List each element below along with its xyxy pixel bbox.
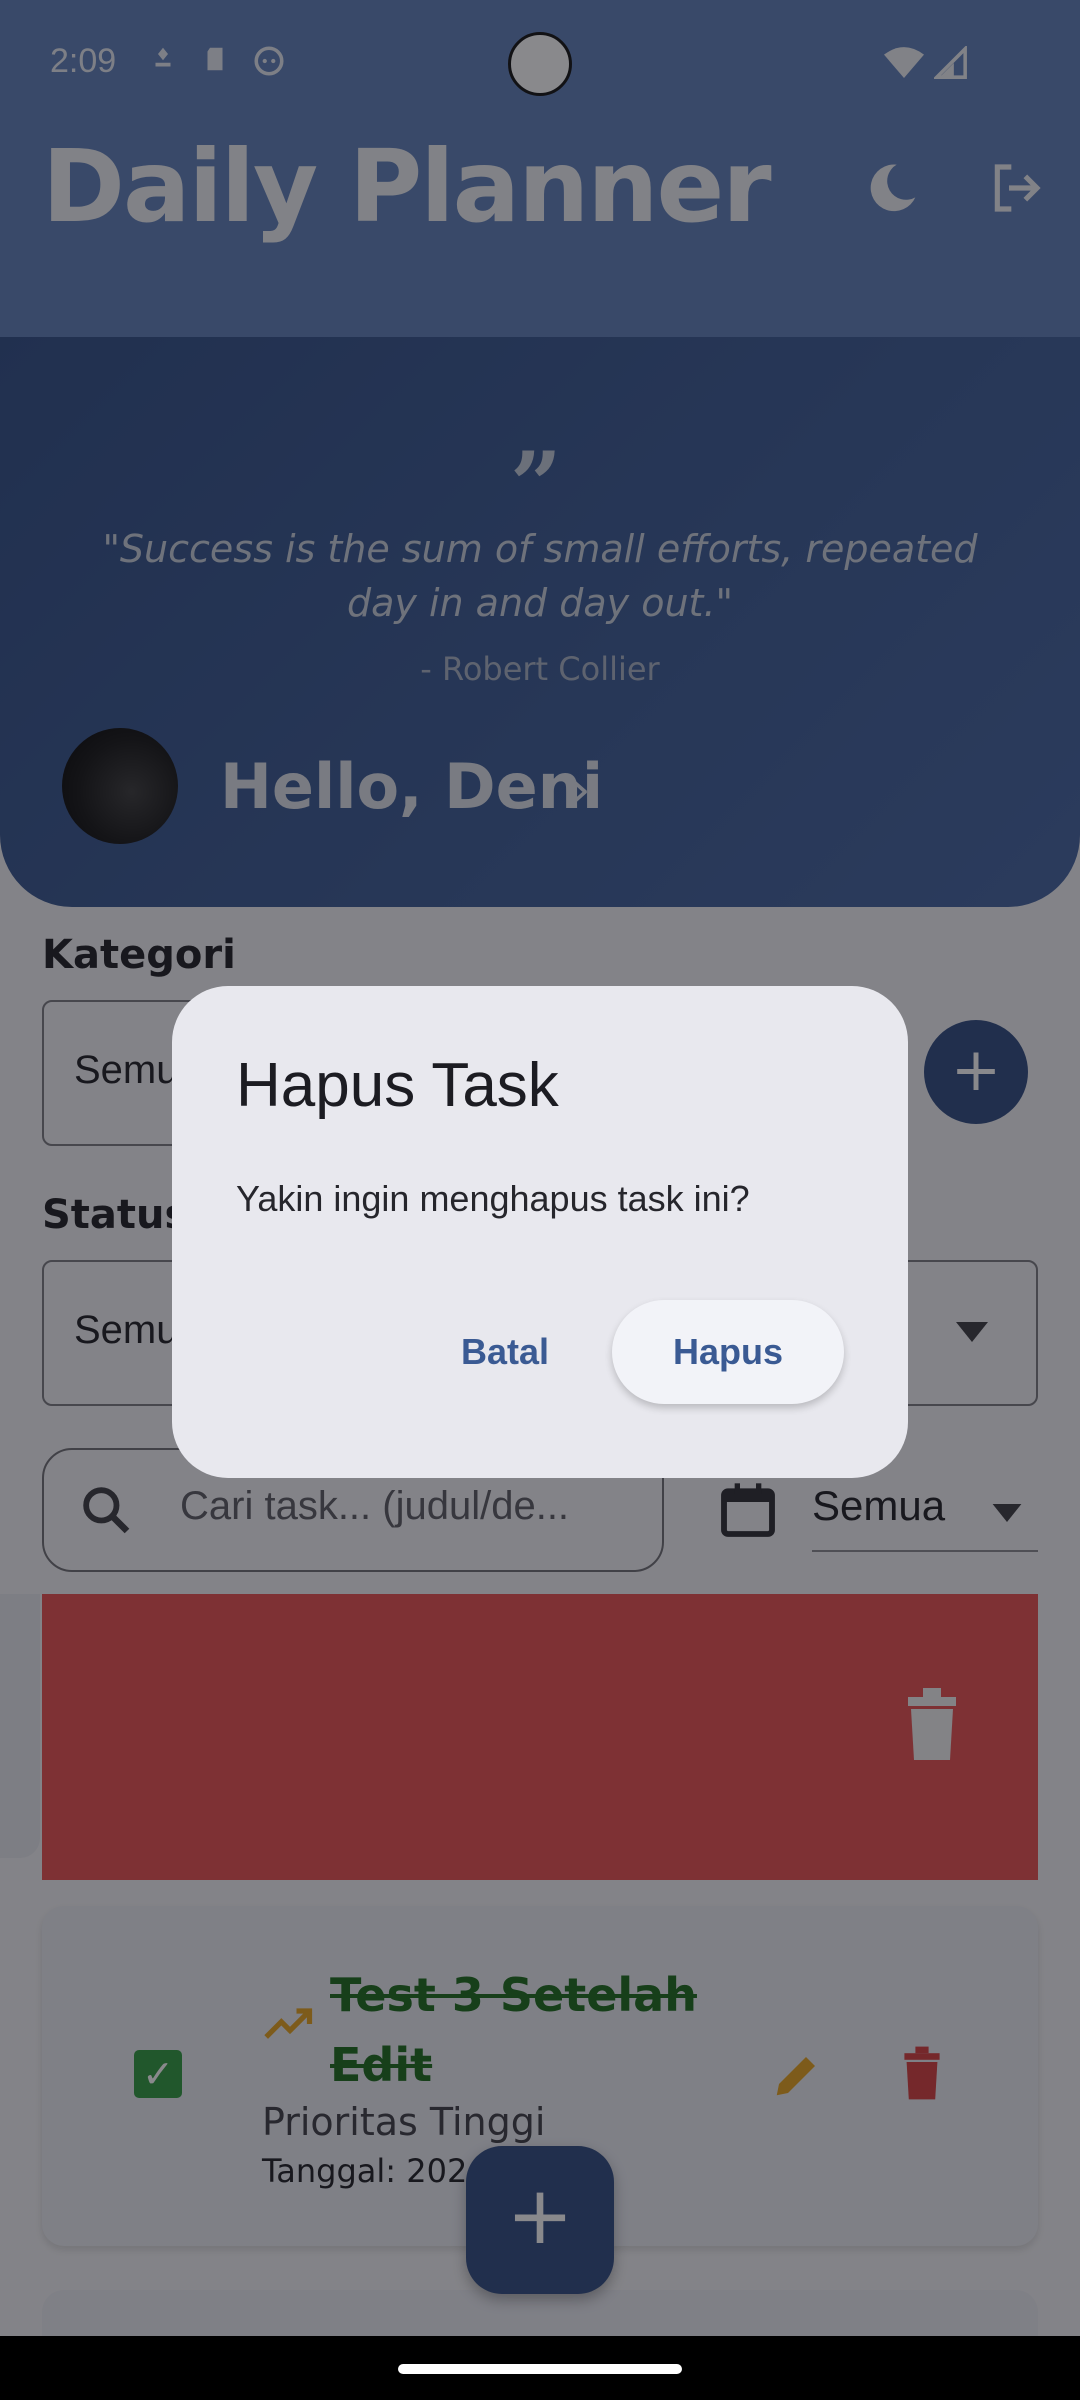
dialog-message: Yakin ingin menghapus task ini? bbox=[236, 1178, 750, 1219]
cancel-button[interactable]: Batal bbox=[430, 1300, 580, 1404]
home-gesture-handle[interactable] bbox=[398, 2364, 682, 2374]
confirm-delete-button[interactable]: Hapus bbox=[612, 1300, 844, 1404]
dialog-title: Hapus Task bbox=[236, 1051, 559, 1120]
